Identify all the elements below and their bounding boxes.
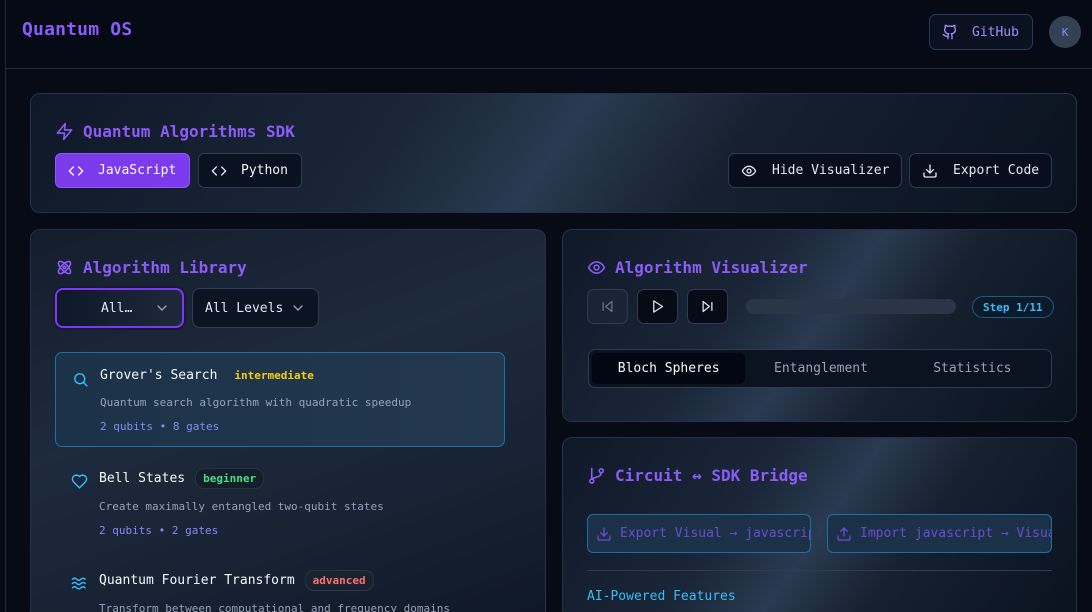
divider (587, 570, 1052, 571)
visualizer-title-text: Algorithm Visualizer (615, 258, 808, 277)
library-title-text: Algorithm Library (83, 258, 247, 277)
algorithm-name: Quantum Fourier Transform (99, 573, 295, 588)
level-filter-value: All Levels (205, 300, 284, 316)
algorithm-item-bell-states[interactable]: Bell States beginner Create maximally ent… (55, 455, 505, 550)
step-forward-button[interactable] (687, 289, 728, 324)
code-icon (68, 163, 84, 179)
sdk-title-text: Quantum Algorithms SDK (83, 122, 295, 141)
circuit-sdk-bridge-panel: Circuit ↔ SDK Bridge Export Visual → jav… (562, 437, 1077, 612)
github-label: GitHub (972, 24, 1019, 40)
lang-python-label: Python (241, 163, 288, 178)
algorithm-description: Create maximally entangled two-qubit sta… (99, 500, 384, 513)
algorithm-description: Transform between computational and freq… (99, 602, 450, 612)
git-branch-icon (588, 467, 605, 484)
hide-visualizer-button[interactable]: Hide Visualizer (728, 153, 902, 188)
export-visual-button[interactable]: Export Visual → javascript (587, 514, 811, 553)
bridge-title-text: Circuit ↔ SDK Bridge (615, 466, 808, 485)
upload-icon (836, 526, 852, 542)
hide-visualizer-label: Hide Visualizer (772, 163, 890, 178)
lang-javascript-label: JavaScript (98, 163, 177, 178)
visualizer-tabs: Bloch Spheres Entanglement Statistics (588, 349, 1052, 388)
level-badge: beginner (195, 468, 265, 489)
level-badge: intermediate (234, 369, 314, 382)
algorithm-name: Bell States (99, 471, 186, 486)
level-badge: advanced (304, 570, 374, 591)
left-rail (0, 0, 6, 612)
algorithm-meta: 2 qubits • 8 gates (100, 420, 220, 433)
eye-icon (741, 163, 757, 179)
sdk-title: Quantum Algorithms SDK (55, 122, 295, 141)
algorithm-name: Grover's Search (100, 368, 218, 383)
atom-icon (57, 260, 72, 275)
algorithm-meta: 2 qubits • 2 gates (99, 524, 219, 537)
skip-forward-icon (702, 300, 713, 313)
download-icon (922, 163, 938, 179)
visualizer-title: Algorithm Visualizer (587, 258, 808, 277)
import-code-button[interactable]: Import javascript → Visual (827, 514, 1052, 553)
algorithm-description: Quantum search algorithm with quadratic … (100, 396, 412, 409)
bridge-title: Circuit ↔ SDK Bridge (587, 466, 808, 485)
algorithm-item-quantum-fourier-transform[interactable]: Quantum Fourier Transform advanced Transf… (55, 557, 505, 612)
lang-javascript-button[interactable]: JavaScript (55, 153, 190, 188)
library-title: Algorithm Library (55, 258, 247, 277)
skip-back-icon (602, 300, 613, 313)
sdk-panel: Quantum Algorithms SDK JavaScript Python… (30, 93, 1077, 213)
import-code-label: Import javascript → Visual (860, 526, 1052, 541)
download-icon (596, 526, 612, 542)
algorithm-library-panel: Algorithm Library All… All Levels Grover… (30, 229, 546, 612)
eye-icon (587, 261, 606, 274)
category-filter-select[interactable]: All… (55, 288, 184, 328)
tab-entanglement[interactable]: Entanglement (745, 353, 896, 384)
export-code-button[interactable]: Export Code (909, 153, 1052, 188)
zap-icon (56, 122, 73, 141)
search-icon (72, 371, 89, 388)
step-progress-bar (746, 299, 956, 314)
heart-icon (71, 473, 88, 490)
export-code-label: Export Code (953, 163, 1040, 178)
step-back-button[interactable] (587, 289, 628, 324)
tab-bloch-spheres[interactable]: Bloch Spheres (592, 353, 746, 384)
step-counter-badge: Step 1/11 (972, 296, 1054, 318)
level-filter-select[interactable]: All Levels (192, 288, 319, 328)
algorithm-item-grovers-search[interactable]: Grover's Search intermediate Quantum sear… (55, 352, 505, 447)
github-icon (942, 24, 958, 40)
waves-icon (71, 575, 88, 592)
chevron-down-icon (290, 300, 306, 316)
algorithm-visualizer-panel: Algorithm Visualizer Step 1/11 Bloch Sph… (562, 229, 1077, 422)
avatar[interactable]: K (1049, 16, 1081, 48)
tab-statistics[interactable]: Statistics (897, 353, 1048, 384)
category-filter-value: All… (101, 300, 133, 316)
github-button[interactable]: GitHub (929, 14, 1033, 50)
ai-features-heading: AI-Powered Features (587, 589, 736, 604)
lang-python-button[interactable]: Python (198, 153, 302, 188)
chevron-down-icon (154, 300, 170, 316)
play-icon (653, 300, 664, 313)
export-visual-label: Export Visual → javascript (620, 526, 811, 541)
play-button[interactable] (637, 289, 678, 324)
code-icon (211, 163, 227, 179)
brand-title: Quantum OS (22, 19, 133, 40)
top-bar: Quantum OS GitHub K (6, 0, 1092, 69)
